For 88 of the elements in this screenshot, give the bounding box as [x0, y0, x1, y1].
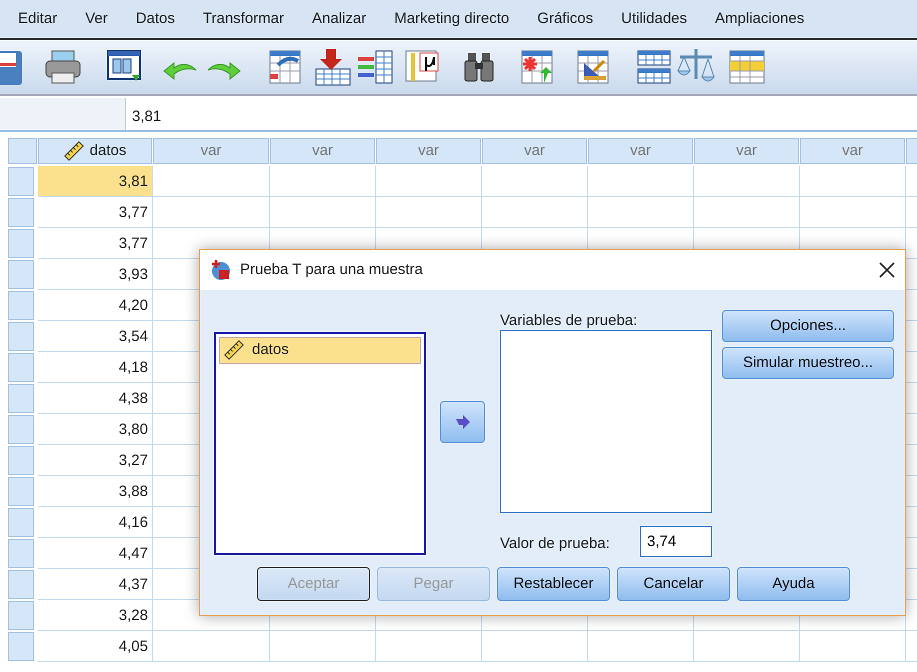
data-cell[interactable]: 3,27 — [38, 445, 153, 476]
data-cell[interactable]: 4,18 — [38, 352, 153, 383]
menu-item[interactable]: Analizar — [312, 8, 366, 30]
row-header[interactable] — [8, 601, 34, 630]
empty-cell[interactable] — [588, 631, 694, 662]
data-cell[interactable]: 3,88 — [38, 476, 153, 507]
empty-cell[interactable] — [482, 166, 588, 197]
row-header[interactable] — [8, 260, 34, 289]
row-header[interactable] — [8, 477, 34, 506]
row-header[interactable] — [8, 508, 34, 537]
data-cell[interactable]: 4,38 — [38, 383, 153, 414]
data-cell[interactable]: 3,80 — [38, 414, 153, 445]
t-test-icon — [210, 259, 232, 281]
data-cell[interactable]: 3,28 — [38, 600, 153, 631]
data-cell[interactable]: 4,47 — [38, 538, 153, 569]
data-cell[interactable]: 4,20 — [38, 290, 153, 321]
data-cell[interactable]: 3,54 — [38, 321, 153, 352]
empty-cell[interactable] — [694, 197, 800, 228]
test-value-field[interactable]: 3,74 — [640, 526, 712, 557]
empty-cell[interactable] — [270, 166, 376, 197]
row-header[interactable] — [8, 446, 34, 475]
menu-item[interactable]: Editar — [18, 8, 58, 30]
source-variable-list[interactable]: datos — [214, 332, 426, 555]
column-header[interactable]: var — [376, 138, 481, 164]
empty-cell[interactable] — [270, 197, 376, 228]
empty-cell[interactable] — [482, 631, 588, 662]
row-header[interactable] — [8, 198, 34, 227]
data-cell[interactable]: 3,93 — [38, 259, 153, 290]
row-header[interactable] — [8, 632, 34, 661]
menu-item[interactable]: Marketing directo — [394, 8, 510, 30]
cell-editor-field[interactable]: 3,81 — [126, 98, 168, 130]
simulate-button[interactable]: Simular muestreo... — [722, 347, 894, 379]
empty-cell[interactable] — [800, 631, 906, 662]
dialog-button[interactable]: Cancelar — [617, 567, 730, 601]
row-header[interactable] — [8, 415, 34, 444]
data-cell[interactable]: 4,37 — [38, 569, 153, 600]
menu-item[interactable]: Ampliaciones — [715, 8, 804, 30]
row-header[interactable] — [8, 167, 34, 196]
name-box[interactable] — [0, 98, 126, 130]
empty-cell[interactable] — [376, 631, 482, 662]
row-header-corner — [8, 138, 37, 164]
test-variables-label: Variables de prueba: — [500, 311, 638, 331]
row-header[interactable] — [8, 322, 34, 351]
data-cell[interactable]: 4,16 — [38, 507, 153, 538]
empty-cell[interactable] — [153, 631, 270, 662]
data-cell[interactable]: 4,05 — [38, 631, 153, 662]
column-header[interactable]: var — [153, 138, 269, 164]
arrow-right-icon — [454, 414, 470, 429]
empty-cell[interactable] — [588, 197, 694, 228]
empty-cell[interactable] — [270, 631, 376, 662]
menu-item[interactable]: Ver — [85, 8, 108, 30]
column-header[interactable]: var — [482, 138, 587, 164]
dialog-button[interactable]: Restablecer — [497, 567, 610, 601]
data-cell[interactable]: 3,81 — [38, 166, 153, 197]
menu-item[interactable]: Gráficos — [537, 8, 594, 30]
data-cell[interactable]: 3,77 — [38, 228, 153, 259]
column-header[interactable]: var — [800, 138, 905, 164]
column-header[interactable]: var — [270, 138, 375, 164]
column-header[interactable]: datos — [38, 138, 152, 164]
test-value-label: Valor de prueba: — [500, 534, 610, 554]
column-header[interactable]: var — [588, 138, 693, 164]
move-right-button[interactable] — [440, 401, 485, 443]
empty-cell[interactable] — [800, 166, 906, 197]
empty-cell[interactable] — [694, 631, 800, 662]
row-header[interactable] — [8, 291, 34, 320]
empty-cell[interactable] — [694, 166, 800, 197]
menu-item[interactable]: Datos — [136, 8, 175, 30]
dialog-title: Prueba T para una muestra — [240, 260, 423, 280]
close-icon[interactable] — [879, 262, 895, 278]
menu-item[interactable]: Transformar — [202, 8, 284, 30]
empty-cell[interactable] — [482, 197, 588, 228]
row-header[interactable] — [8, 229, 34, 258]
options-button[interactable]: Opciones... — [722, 310, 894, 342]
empty-cell[interactable] — [376, 166, 482, 197]
row-header[interactable] — [8, 384, 34, 413]
empty-cell[interactable] — [800, 197, 906, 228]
empty-cell[interactable] — [153, 197, 270, 228]
data-cell[interactable]: 3,77 — [38, 197, 153, 228]
dialog-button[interactable]: Ayuda — [737, 567, 850, 601]
empty-cell[interactable] — [588, 166, 694, 197]
list-item[interactable]: datos — [219, 337, 421, 364]
column-header[interactable]: var — [694, 138, 799, 164]
menu-item[interactable]: Utilidades — [621, 8, 688, 30]
row-header[interactable] — [8, 353, 34, 382]
row-header[interactable] — [8, 570, 34, 599]
test-variables-list[interactable] — [500, 330, 712, 513]
empty-cell[interactable] — [376, 197, 482, 228]
row-header[interactable] — [8, 539, 34, 568]
